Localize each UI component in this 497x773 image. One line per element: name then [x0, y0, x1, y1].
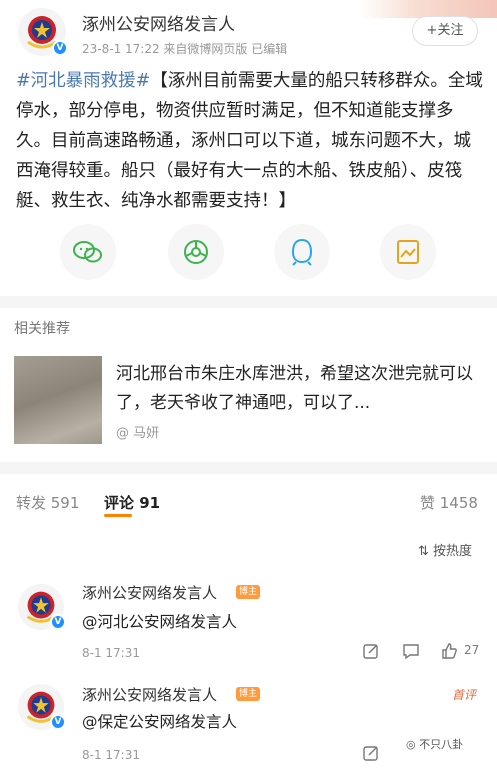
post-body: #河北暴雨救援#【涿州目前需要大量的船只转移群众。全域停水，部分停电，物资供应暂… — [16, 66, 486, 216]
moments-icon — [184, 240, 208, 264]
section-divider — [0, 296, 497, 308]
sort-icon: ⇅ — [418, 544, 429, 559]
share-moments-button[interactable] — [168, 224, 224, 280]
related-item-text[interactable]: 河北邢台市朱庄水库泄洪，希望这次泄完就可以了，老天爷收了神通吧，可以了... — [116, 360, 486, 418]
share-save-image-button[interactable] — [380, 224, 436, 280]
qq-icon — [291, 238, 313, 266]
sort-label: 按热度 — [433, 544, 473, 559]
share-icon — [363, 746, 378, 761]
comment-time: 8-1 17:31 — [82, 646, 140, 660]
section-divider — [0, 462, 497, 474]
first-comment-label: 首评 — [452, 688, 477, 702]
author-badge: 博主 — [236, 585, 261, 599]
verified-badge-icon: V — [50, 614, 66, 630]
comment-item: V 涿州公安网络发言人 博主 @保定公安网络发言人 8-1 17:31 — [0, 682, 497, 772]
wechat-logo-icon: ◎ — [406, 738, 416, 751]
tab-repost[interactable]: 转发 591 — [16, 492, 79, 513]
post-header: V 涿州公安网络发言人 23-8-1 17:22 来自微博网页版 已编辑 +关注 — [0, 0, 497, 64]
share-qq-button[interactable] — [274, 224, 330, 280]
verified-badge-icon: V — [52, 40, 68, 56]
related-thumbnail[interactable] — [14, 356, 102, 444]
related-item-author[interactable]: @ 马妍 — [116, 422, 159, 441]
related-title: 相关推荐 — [14, 321, 70, 337]
wechat-icon — [73, 241, 102, 263]
save-image-icon — [397, 240, 419, 264]
reply-comment-button[interactable] — [402, 642, 420, 663]
comment-item: V 涿州公安网络发言人 博主 @河北公安网络发言人 8-1 17:31 27 — [0, 578, 497, 668]
commenter-name[interactable]: 涿州公安网络发言人 — [82, 684, 217, 705]
follow-button[interactable]: +关注 — [412, 16, 478, 46]
active-tab-indicator — [104, 514, 132, 517]
sort-by-hot-button[interactable]: ⇅ 按热度 — [418, 540, 472, 559]
comment-icon — [403, 644, 419, 660]
tab-comments[interactable]: 评论 91 — [104, 492, 160, 513]
verified-badge-icon: V — [50, 714, 66, 730]
watermark-text: 不只八卦 — [419, 738, 464, 751]
commenter-name[interactable]: 涿州公安网络发言人 — [82, 582, 217, 603]
comment-text[interactable]: @河北公安网络发言人 — [82, 610, 237, 632]
watermark: ◎ 不只八卦 — [406, 736, 463, 752]
share-comment-button[interactable] — [362, 642, 380, 663]
thumbs-up-icon — [442, 643, 457, 659]
share-wechat-button[interactable] — [60, 224, 116, 280]
tab-likes[interactable]: 赞 1458 — [420, 492, 478, 513]
like-count: 27 — [464, 643, 480, 657]
post-text: 【涿州目前需要大量的船只转移群众。全域停水，部分停电，物资供应暂时满足，但不知道… — [16, 71, 483, 211]
hashtag-link[interactable]: #河北暴雨救援# — [16, 71, 150, 91]
like-comment-button[interactable]: 27 — [440, 642, 479, 663]
share-icon — [363, 644, 378, 659]
post-tabs: 转发 591 评论 91 赞 1458 — [0, 488, 497, 522]
share-comment-button[interactable] — [362, 744, 380, 765]
comment-time: 8-1 17:31 — [82, 748, 140, 762]
post-meta: 23-8-1 17:22 来自微博网页版 已编辑 — [82, 42, 288, 56]
share-row — [0, 224, 497, 284]
author-badge: 博主 — [236, 687, 261, 701]
comment-text[interactable]: @保定公安网络发言人 — [82, 710, 237, 732]
author-name[interactable]: 涿州公安网络发言人 — [82, 10, 235, 35]
